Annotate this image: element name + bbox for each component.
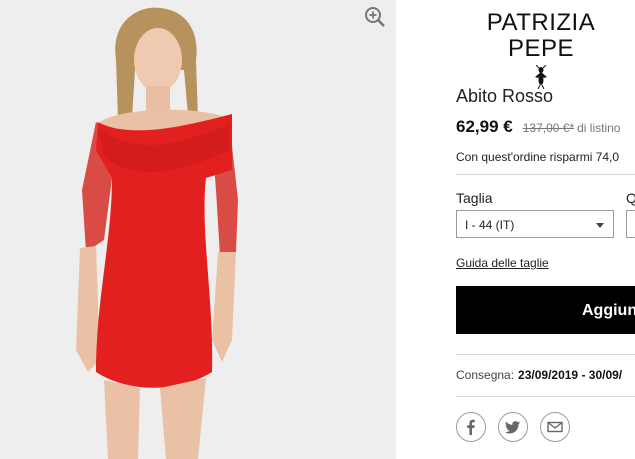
size-label: Taglia bbox=[456, 190, 493, 206]
product-image[interactable] bbox=[0, 0, 396, 459]
product-title: Abito Rosso bbox=[456, 86, 554, 106]
brand-name: PATRIZIA PEPE bbox=[486, 9, 596, 62]
savings-text: Con quest'ordine risparmi 74,0 bbox=[456, 150, 620, 164]
twitter-icon[interactable] bbox=[498, 412, 528, 442]
add-to-cart-button[interactable]: Aggiun bbox=[456, 286, 635, 334]
list-price: 137,00 €* bbox=[522, 121, 575, 135]
divider bbox=[456, 396, 635, 397]
size-select-value: I - 44 (IT) bbox=[465, 218, 515, 232]
delivery-label: Consegna: bbox=[456, 368, 515, 382]
model-illustration bbox=[76, 7, 238, 459]
current-price: 62,99 € bbox=[456, 117, 513, 136]
delivery-info: Consegna: 23/09/2019 - 30/09/ bbox=[456, 368, 622, 382]
size-guide-link[interactable]: Guida delle taglie bbox=[456, 256, 549, 270]
email-icon[interactable] bbox=[540, 412, 570, 442]
quantity-select[interactable] bbox=[626, 210, 635, 238]
brand-header: PATRIZIA PEPE bbox=[466, 10, 616, 89]
quantity-label: Q bbox=[626, 190, 635, 206]
zoom-in-icon[interactable] bbox=[364, 6, 386, 28]
facebook-icon[interactable] bbox=[456, 412, 486, 442]
size-select[interactable]: I - 44 (IT) bbox=[456, 210, 614, 238]
add-to-cart-label: Aggiun bbox=[582, 302, 635, 319]
divider bbox=[456, 354, 635, 355]
delivery-dates: 23/09/2019 - 30/09/ bbox=[518, 368, 623, 382]
caret-down-icon bbox=[596, 223, 604, 228]
price-row: 62,99 € 137,00 €* di listino bbox=[456, 117, 620, 137]
list-price-note: di listino bbox=[577, 121, 621, 135]
divider bbox=[456, 174, 635, 175]
